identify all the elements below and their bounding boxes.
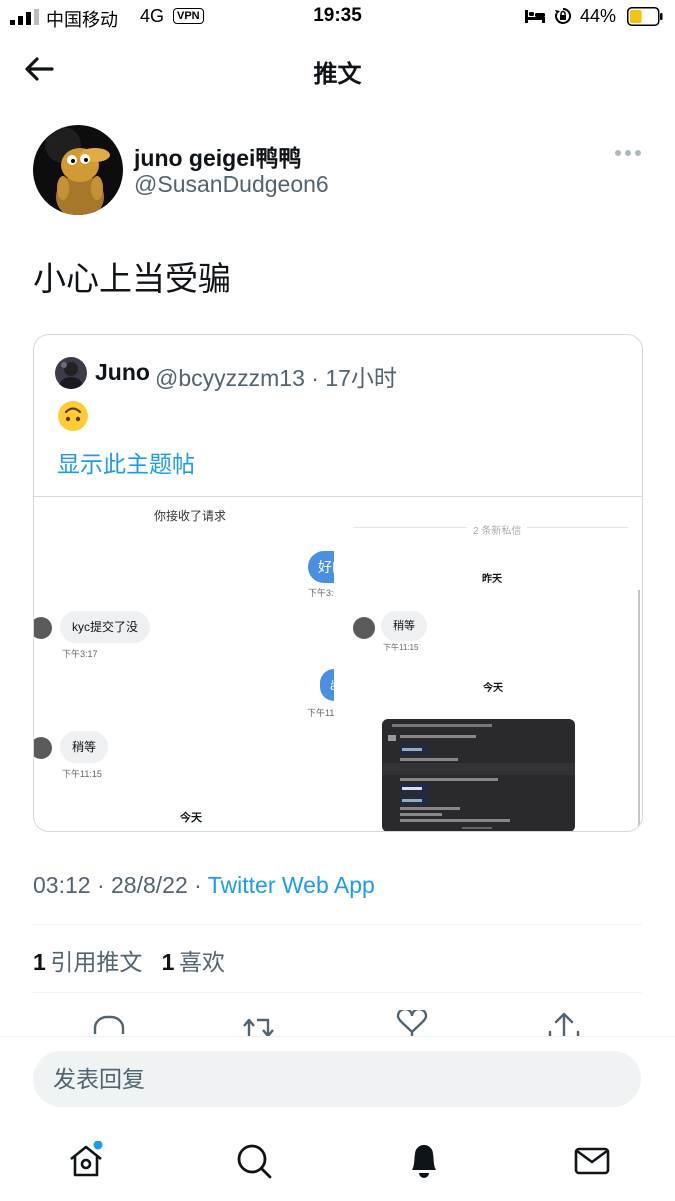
chat-date-divider: 今天 [483, 683, 503, 694]
chat-avatar [353, 617, 375, 639]
battery-percent: 44% [580, 6, 617, 26]
chat-time: 下午11:15 [62, 769, 102, 779]
chat-bubble-received: 稍等 [381, 611, 427, 641]
chat-bubble-sent: ä [320, 669, 334, 701]
home-icon [70, 1140, 103, 1177]
tab-search[interactable] [234, 1141, 274, 1181]
chat-time: 下午11:15 [383, 643, 419, 652]
chat-bubble-sent: 好的 [308, 551, 334, 583]
chat-date-divider: 今天 [180, 812, 202, 824]
tweet-time: 03:12 · 28/8/22 [33, 872, 188, 898]
retweet-icon[interactable] [241, 1010, 277, 1036]
search-icon [237, 1144, 272, 1179]
page-title: 推文 [313, 61, 362, 88]
tweet-timestamp: 03:12 · 28/8/22 · Twitter Web App [33, 872, 375, 899]
status-bar: 中国移动 4G VPN 19:35 44% [0, 0, 675, 34]
likes-stat[interactable]: 1 喜欢 [162, 949, 225, 975]
chat-avatar [34, 737, 52, 759]
like-count: 1 [161, 949, 175, 975]
battery-icon [627, 7, 663, 26]
tab-notifications[interactable] [404, 1141, 444, 1181]
media-image-left[interactable]: 你接收了请求 好的 下午3:0 kyc提交了没 下午3:17 ä 下午11: 稍… [34, 497, 334, 831]
chat-time: 下午3:17 [62, 649, 98, 659]
tab-messages[interactable] [572, 1141, 612, 1181]
reply-icon[interactable] [91, 1010, 127, 1036]
clock: 19:35 [313, 5, 362, 26]
chat-image-attachment [382, 719, 575, 831]
notifications-icon [412, 1145, 436, 1178]
chat-time: 下午11: [307, 708, 334, 718]
divider [33, 924, 642, 925]
quote-tweets-stat[interactable]: 1 引用推文 [33, 949, 142, 975]
avatar[interactable] [33, 125, 123, 215]
tweet-text: 小心上当受骗 [33, 260, 231, 297]
rotation-lock-icon [555, 7, 572, 24]
divider [33, 992, 642, 993]
reply-input[interactable] [33, 1051, 641, 1107]
messages-icon [574, 1147, 610, 1175]
like-label: 喜欢 [178, 949, 225, 975]
reply-bar [0, 1036, 675, 1201]
timestamp-separator: · [187, 872, 208, 898]
display-name[interactable]: juno geigei鸭鸭 [134, 139, 301, 173]
upside-down-face-icon [58, 401, 88, 431]
chat-time: 下午3:0 [308, 588, 334, 598]
chat-date-divider: 昨天 [482, 574, 502, 585]
user-handle[interactable]: @SusanDudgeon6 [134, 171, 329, 198]
quoted-display-name: Juno [95, 359, 150, 385]
media-image-right[interactable]: 2 条新私信 昨天 稍等 下午11:15 今天 [335, 497, 642, 831]
tweet-stats: 1 引用推文 1 喜欢 [33, 943, 225, 977]
share-icon[interactable] [546, 1010, 582, 1036]
quote-label: 引用推文 [50, 949, 143, 975]
scrollbar [638, 590, 640, 831]
quote-count: 1 [33, 949, 46, 975]
chat-header: 你接收了请求 [154, 509, 227, 523]
chat-avatar [34, 617, 52, 639]
quoted-tweet-card[interactable]: Juno @bcyyzzzm13 · 17小时 显示此主题帖 你接收了请求 好的… [33, 334, 643, 832]
bed-icon [525, 10, 545, 23]
tab-home[interactable] [66, 1140, 106, 1181]
more-options-icon[interactable] [614, 147, 642, 159]
avatar-image [33, 125, 123, 215]
quoted-avatar [55, 357, 87, 389]
like-icon[interactable] [394, 1010, 430, 1036]
show-thread-link[interactable]: 显示此主题帖 [57, 445, 195, 479]
chat-new-messages: 2 条新私信 [467, 522, 528, 537]
tweet-source-link[interactable]: Twitter Web App [208, 872, 375, 898]
quoted-meta: @bcyyzzzm13 · 17小时 [155, 365, 397, 391]
quoted-media[interactable]: 你接收了请求 好的 下午3:0 kyc提交了没 下午3:17 ä 下午11: 稍… [34, 496, 642, 831]
chat-bubble-received: kyc提交了没 [60, 611, 151, 643]
chat-bubble-received: 稍等 [60, 731, 109, 763]
